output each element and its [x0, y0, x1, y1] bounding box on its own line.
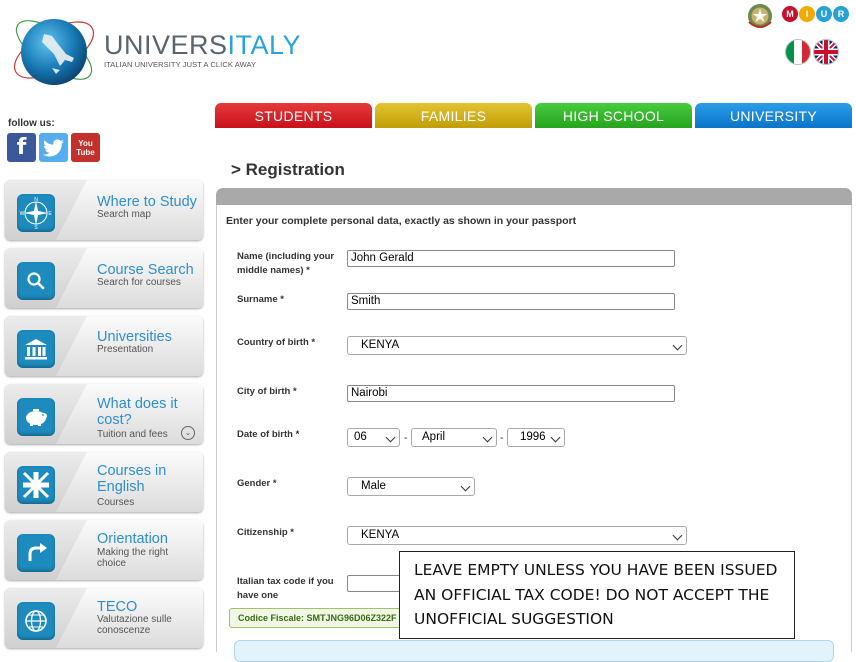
info-box: [234, 640, 834, 662]
country-of-birth-label: Country of birth *: [237, 337, 316, 348]
union-jack-icon: [17, 466, 55, 504]
dob-day-select[interactable]: 06: [347, 428, 400, 447]
tab-high-school[interactable]: HIGH SCHOOL: [535, 103, 692, 128]
dob-month-select[interactable]: April: [411, 428, 497, 447]
sidebar-item-subtitle: Courses: [97, 497, 135, 508]
surname-field[interactable]: [347, 293, 675, 310]
form-panel-header: [216, 188, 852, 205]
piggy-bank-icon: [17, 398, 55, 436]
sidebar-item-title: Where to Study: [97, 194, 197, 210]
tab-students[interactable]: STUDENTS: [215, 103, 372, 128]
citizenship-select[interactable]: KENYA: [347, 526, 687, 545]
magnifier-icon: [17, 262, 55, 300]
sidebar-item-title: What does it cost?: [97, 396, 178, 428]
sidebar-item-subtitle: Presentation: [97, 344, 154, 355]
chevron-down-icon: [550, 432, 561, 443]
chevron-down-icon: [460, 481, 471, 492]
city-of-birth-field[interactable]: [347, 385, 675, 402]
miur-logo[interactable]: M I U R: [782, 6, 849, 22]
tab-university[interactable]: UNIVERSITY: [695, 103, 852, 128]
brand-name: UNIVERSITALY: [104, 30, 302, 60]
citizenship-label: Citizenship *: [237, 527, 295, 538]
institution-icon: [17, 330, 55, 368]
country-of-birth-select[interactable]: KENYA: [347, 336, 687, 355]
brand[interactable]: UNIVERSITALY ITALIAN UNIVERSITY JUST A C…: [104, 31, 301, 69]
warning-annotation: LEAVE EMPTY UNLESS YOU HAVE BEEN ISSUED …: [399, 551, 795, 639]
name-label: Name (including your middle names) *: [237, 251, 335, 276]
chevron-down-icon: [385, 432, 396, 443]
sidebar-item-where-to-study[interactable]: N S W E Where to Study Search map: [5, 180, 203, 240]
sidebar-item-subtitle: Making the right choice: [97, 547, 169, 569]
sidebar-item-what-does-it-cost[interactable]: What does it cost? Tuition and fees ⌄: [5, 384, 203, 444]
sidebar-item-course-search[interactable]: Course Search Search for courses: [5, 248, 203, 308]
chevron-down-icon[interactable]: ⌄: [181, 426, 195, 440]
sidebar-item-title: Universities: [97, 329, 172, 345]
sidebar-item-universities[interactable]: Universities Presentation: [5, 316, 203, 376]
sidebar-item-title: Course Search: [97, 262, 194, 278]
surname-label: Surname *: [237, 294, 284, 305]
language-flags: [786, 40, 838, 64]
dob-separator: -: [404, 432, 408, 444]
city-of-birth-label: City of birth *: [237, 386, 297, 397]
sidebar-item-orientation[interactable]: Orientation Making the right choice: [5, 520, 203, 580]
dob-separator: -: [500, 432, 504, 444]
gender-select[interactable]: Male: [347, 477, 475, 496]
brand-tagline: ITALIAN UNIVERSITY JUST A CLICK AWAY: [104, 60, 257, 69]
sidebar-item-subtitle: Search map: [97, 209, 151, 220]
name-field[interactable]: [347, 250, 675, 267]
chevron-down-icon: [672, 340, 683, 351]
twitter-icon[interactable]: [39, 133, 68, 162]
tab-families[interactable]: FAMILIES: [375, 103, 532, 128]
fiscal-code-suggestion[interactable]: Codice Fiscale: SMTJNG96D06Z322F: [229, 608, 411, 628]
dob-year-select[interactable]: 1996: [507, 428, 565, 447]
universitaly-globe-logo[interactable]: [8, 4, 100, 96]
page-title: > Registration: [231, 160, 345, 179]
social-links: f You Tube: [7, 133, 100, 162]
youtube-icon[interactable]: You Tube: [71, 133, 100, 162]
chevron-down-icon: [482, 432, 493, 443]
sidebar-item-subtitle: Valutazione sulle conoscenze: [97, 614, 172, 636]
date-of-birth-label: Date of birth *: [237, 429, 300, 440]
sidebar-item-title: Courses in English: [97, 463, 167, 495]
sidebar-item-teco[interactable]: TECO Valutazione sulle conoscenze: [5, 588, 203, 648]
svg-text:N: N: [34, 197, 38, 203]
arrow-turn-icon: [17, 534, 55, 572]
tax-code-label: Italian tax code if you have one: [237, 576, 334, 601]
sidebar-item-title: Orientation: [97, 531, 168, 547]
form-intro-text: Enter your complete personal data, exact…: [226, 215, 577, 227]
svg-text:E: E: [48, 211, 52, 217]
main-nav: STUDENTS FAMILIES HIGH SCHOOL UNIVERSITY: [215, 103, 852, 128]
facebook-icon[interactable]: f: [7, 133, 36, 162]
svg-text:S: S: [34, 225, 38, 230]
sidebar-item-title: TECO: [97, 599, 138, 615]
sidebar-item-subtitle: Search for courses: [97, 277, 181, 288]
uk-flag-icon[interactable]: [814, 40, 838, 64]
compass-icon: N S W E: [17, 194, 55, 232]
globe-icon: [17, 602, 55, 640]
sidebar-item-courses-in-english[interactable]: Courses in English Courses: [5, 452, 203, 512]
chevron-down-icon: [672, 530, 683, 541]
gender-label: Gender *: [237, 478, 277, 489]
svg-text:W: W: [20, 211, 25, 217]
follow-us-label: follow us:: [8, 118, 55, 129]
italian-republic-emblem[interactable]: [746, 2, 774, 30]
italian-flag-icon[interactable]: [786, 40, 810, 64]
